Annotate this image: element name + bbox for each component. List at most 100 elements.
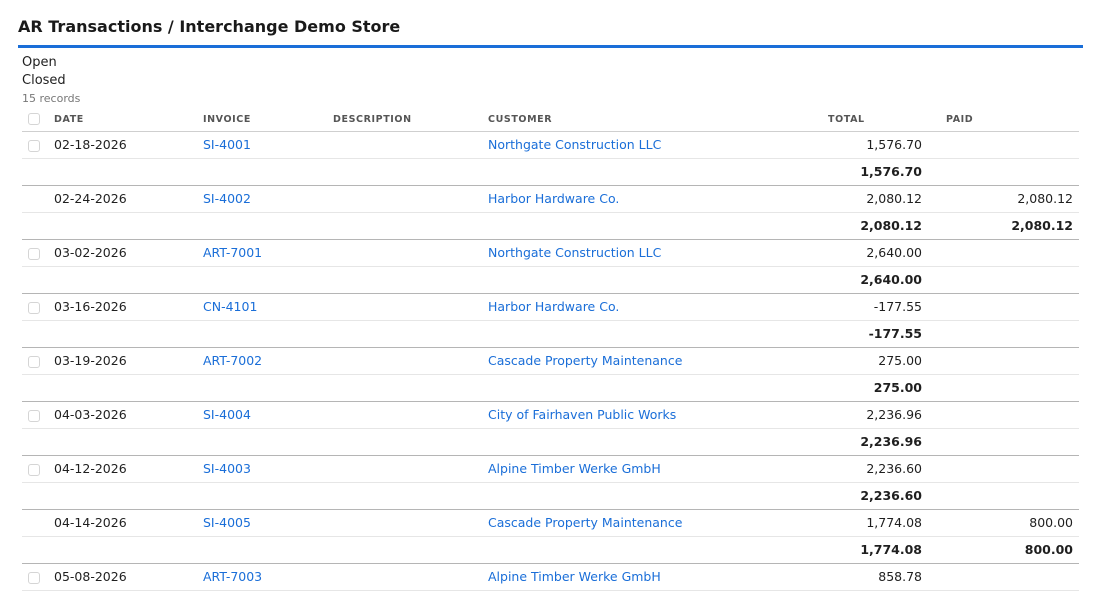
invoice-link[interactable]: SI-4002	[203, 191, 251, 206]
cell-total: 1,576.70	[828, 131, 922, 159]
cell-customer: Harbor Hardware Co.	[488, 293, 828, 321]
cell-customer: City of Fairhaven Public Works	[488, 401, 828, 429]
cell-description	[333, 185, 488, 213]
cell-paid	[922, 563, 1079, 591]
cell-date: 02-24-2026	[54, 185, 203, 213]
customer-link[interactable]: Alpine Timber Werke GmbH	[488, 569, 661, 584]
cell-paid: 2,080.12	[922, 185, 1079, 213]
table-row: 03-16-2026 CN-4101 Harbor Hardware Co. -177…	[22, 293, 1079, 321]
select-all-checkbox[interactable]	[28, 113, 40, 126]
column-header-customer[interactable]: CUSTOMER	[488, 108, 828, 132]
cell-date: 04-03-2026	[54, 401, 203, 429]
invoice-link[interactable]: ART-7002	[203, 353, 262, 368]
customer-link[interactable]: Northgate Construction LLC	[488, 245, 661, 260]
customer-link[interactable]: City of Fairhaven Public Works	[488, 407, 676, 422]
column-header-date[interactable]: DATE	[54, 108, 203, 132]
transactions-table: DATE INVOICE DESCRIPTION CUSTOMER TOTAL …	[22, 108, 1079, 591]
subtotal-paid	[922, 158, 1079, 186]
invoice-link[interactable]: SI-4003	[203, 461, 251, 476]
subtotal-paid: 800.00	[922, 536, 1079, 564]
invoice-link[interactable]: SI-4005	[203, 515, 251, 530]
cell-date: 03-16-2026	[54, 293, 203, 321]
row-select-cell	[22, 455, 54, 483]
cell-customer: Alpine Timber Werke GmbH	[488, 563, 828, 591]
subtotal-total: 2,080.12	[828, 212, 922, 240]
cell-paid: 800.00	[922, 509, 1079, 537]
customer-link[interactable]: Northgate Construction LLC	[488, 137, 661, 152]
invoice-link[interactable]: ART-7001	[203, 245, 262, 260]
row-checkbox[interactable]	[28, 301, 40, 314]
cell-description	[333, 455, 488, 483]
cell-invoice: SI-4003	[203, 455, 333, 483]
row-checkbox[interactable]	[28, 409, 40, 422]
cell-date: 05-08-2026	[54, 563, 203, 591]
column-header-paid[interactable]: PAID	[922, 108, 1079, 132]
cell-date: 03-19-2026	[54, 347, 203, 375]
table-row: 04-14-2026 SI-4005 Cascade Property Mainte…	[22, 509, 1079, 537]
subtotal-row: 2,640.00	[22, 266, 1079, 294]
table-header-row: DATE INVOICE DESCRIPTION CUSTOMER TOTAL …	[22, 108, 1079, 132]
filter-closed[interactable]: Closed	[22, 72, 80, 90]
row-checkbox[interactable]	[28, 247, 40, 260]
column-header-description[interactable]: DESCRIPTION	[333, 108, 488, 132]
column-header-invoice[interactable]: INVOICE	[203, 108, 333, 132]
invoice-link[interactable]: CN-4101	[203, 299, 257, 314]
subtotal-total: -177.55	[828, 320, 922, 348]
cell-total: 275.00	[828, 347, 922, 375]
status-filters: Open Closed 15 records	[22, 54, 80, 106]
cell-total: 2,236.60	[828, 455, 922, 483]
filter-open[interactable]: Open	[22, 54, 80, 72]
customer-link[interactable]: Harbor Hardware Co.	[488, 191, 619, 206]
row-select-cell	[22, 185, 54, 213]
cell-total: 1,774.08	[828, 509, 922, 537]
cell-date: 04-14-2026	[54, 509, 203, 537]
customer-link[interactable]: Cascade Property Maintenance	[488, 515, 682, 530]
select-all-cell	[22, 108, 54, 132]
cell-invoice: SI-4005	[203, 509, 333, 537]
cell-description	[333, 509, 488, 537]
cell-customer: Northgate Construction LLC	[488, 239, 828, 267]
invoice-link[interactable]: SI-4001	[203, 137, 251, 152]
cell-invoice: SI-4001	[203, 131, 333, 159]
row-select-cell	[22, 563, 54, 591]
row-checkbox[interactable]	[28, 355, 40, 368]
cell-description	[333, 239, 488, 267]
table-row: 03-02-2026 ART-7001 Northgate Construction…	[22, 239, 1079, 267]
cell-invoice: ART-7001	[203, 239, 333, 267]
subtotal-total: 1,576.70	[828, 158, 922, 186]
row-checkbox[interactable]	[28, 139, 40, 152]
invoice-link[interactable]: ART-7003	[203, 569, 262, 584]
cell-description	[333, 347, 488, 375]
cell-total: 2,236.96	[828, 401, 922, 429]
invoice-link[interactable]: SI-4004	[203, 407, 251, 422]
subtotal-row: 1,576.70	[22, 158, 1079, 186]
table-row: 05-08-2026 ART-7003 Alpine Timber Werke Gm…	[22, 563, 1079, 591]
table-row: 04-12-2026 SI-4003 Alpine Timber Werke Gmb…	[22, 455, 1079, 483]
table-row: 02-18-2026 SI-4001 Northgate Construction …	[22, 131, 1079, 159]
row-checkbox[interactable]	[28, 463, 40, 476]
cell-customer: Northgate Construction LLC	[488, 131, 828, 159]
row-select-cell	[22, 401, 54, 429]
row-checkbox[interactable]	[28, 571, 40, 584]
customer-link[interactable]: Harbor Hardware Co.	[488, 299, 619, 314]
cell-customer: Harbor Hardware Co.	[488, 185, 828, 213]
row-select-cell	[22, 347, 54, 375]
column-header-total[interactable]: TOTAL	[828, 108, 922, 132]
subtotal-row: 2,236.96	[22, 428, 1079, 456]
cell-description	[333, 131, 488, 159]
cell-date: 04-12-2026	[54, 455, 203, 483]
subtotal-row: 275.00	[22, 374, 1079, 402]
cell-customer: Cascade Property Maintenance	[488, 347, 828, 375]
cell-customer: Alpine Timber Werke GmbH	[488, 455, 828, 483]
subtotal-paid	[922, 320, 1079, 348]
cell-total: 858.78	[828, 563, 922, 591]
table-row: 03-19-2026 ART-7002 Cascade Property Maint…	[22, 347, 1079, 375]
cell-total: 2,640.00	[828, 239, 922, 267]
title-bar: AR Transactions / Interchange Demo Store	[18, 0, 1083, 48]
subtotal-row: 2,236.60	[22, 482, 1079, 510]
subtotal-paid	[922, 374, 1079, 402]
customer-link[interactable]: Alpine Timber Werke GmbH	[488, 461, 661, 476]
customer-link[interactable]: Cascade Property Maintenance	[488, 353, 682, 368]
cell-paid	[922, 239, 1079, 267]
cell-invoice: SI-4002	[203, 185, 333, 213]
